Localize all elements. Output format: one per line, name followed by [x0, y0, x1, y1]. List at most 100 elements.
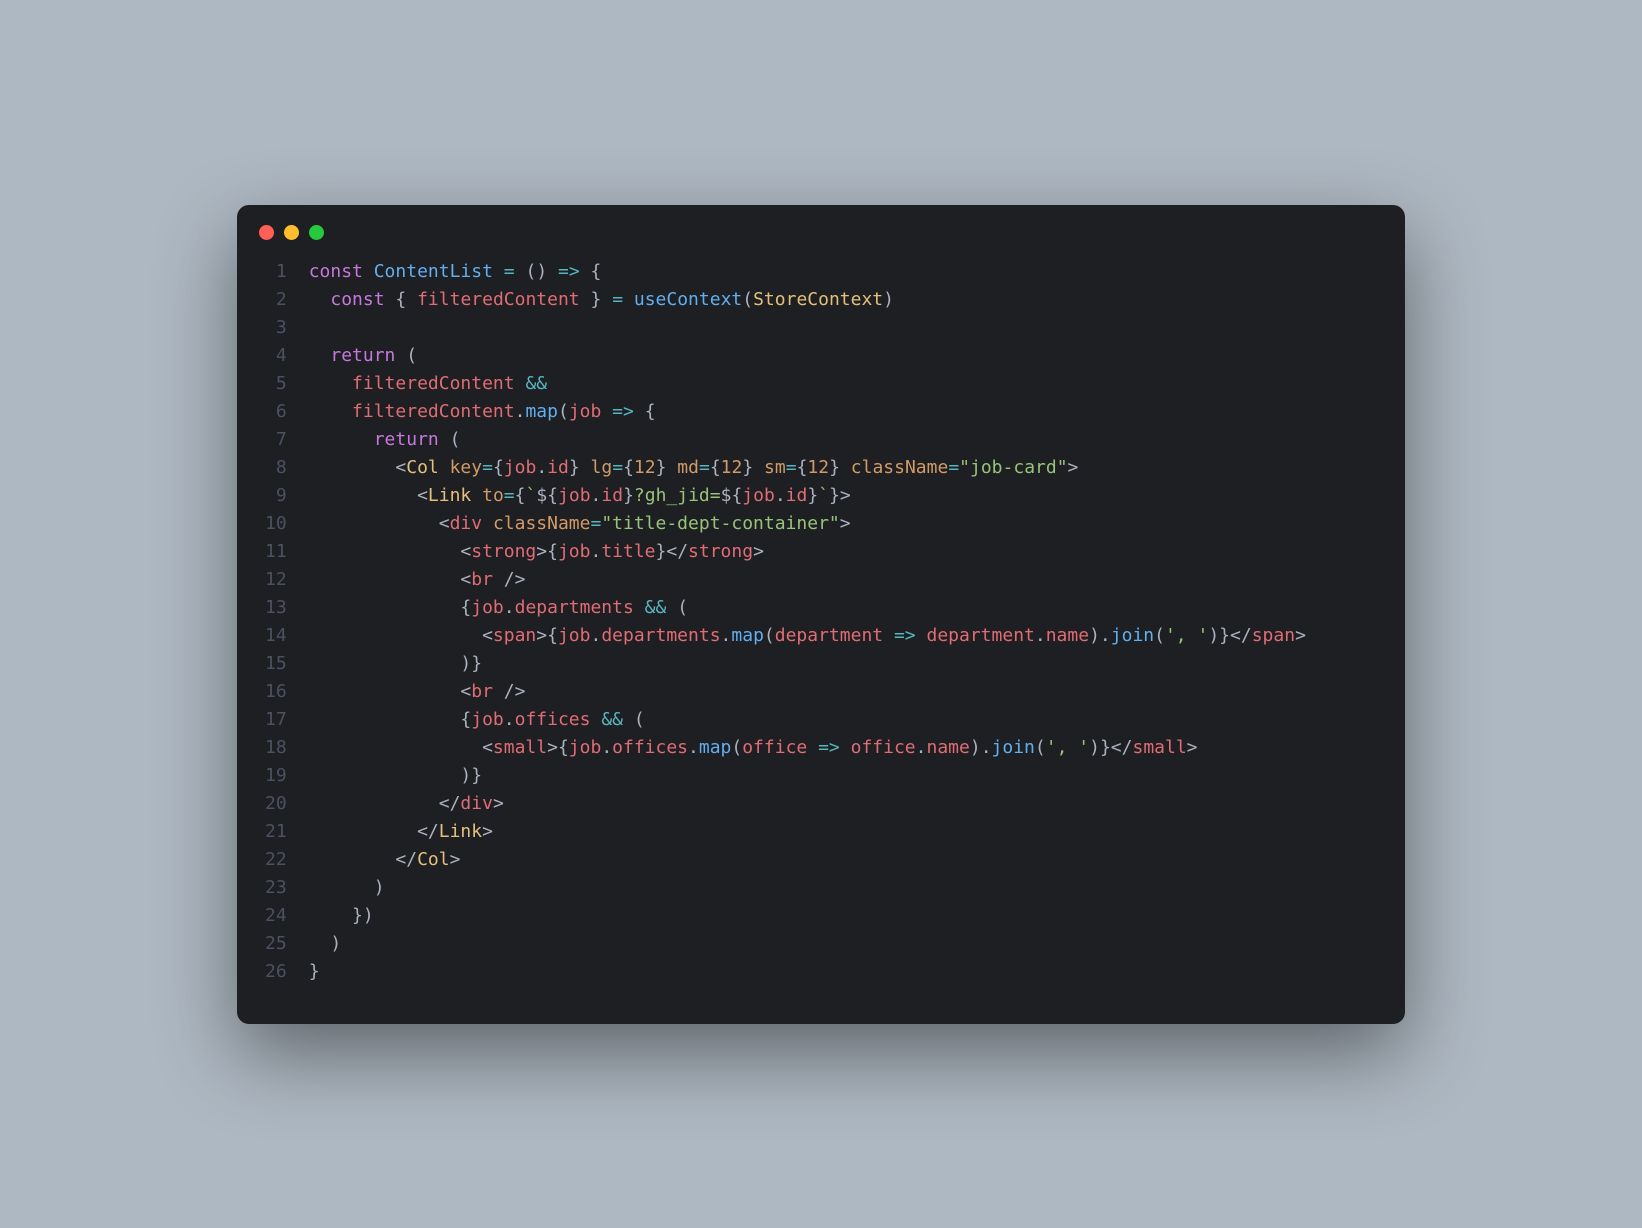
token: } [471, 653, 482, 674]
token: } [829, 457, 840, 478]
token: = [699, 457, 710, 478]
line-number: 4 [265, 342, 287, 370]
token: ( [742, 289, 753, 310]
token: Col [406, 457, 439, 478]
token: "title-dept-container" [601, 513, 839, 534]
token: = [504, 485, 515, 506]
code-editor[interactable]: 1234567891011121314151617181920212223242… [237, 250, 1405, 994]
code-line[interactable]: }) [309, 902, 1306, 930]
token: md [677, 457, 699, 478]
token: Link [428, 485, 471, 506]
token: { [710, 457, 721, 478]
token: < [439, 513, 450, 534]
token: ) [1089, 737, 1100, 758]
line-number: 10 [265, 510, 287, 538]
code-line[interactable]: const { filteredContent } = useContext(S… [309, 286, 1306, 314]
token: . [504, 709, 515, 730]
token: ) [374, 877, 385, 898]
token: . [688, 737, 699, 758]
code-line[interactable]: ) [309, 930, 1306, 958]
token: ) [1089, 625, 1100, 646]
token: } [656, 541, 667, 562]
token: / [504, 681, 515, 702]
token: = [612, 289, 623, 310]
token: Col [417, 849, 450, 870]
token: . [504, 597, 515, 618]
token: className [851, 457, 949, 478]
token: ( [731, 737, 742, 758]
code-line[interactable]: } [309, 958, 1306, 986]
token: 12 [634, 457, 656, 478]
line-number: 22 [265, 846, 287, 874]
window-titlebar [237, 205, 1405, 250]
token: < [460, 569, 471, 590]
token: / [504, 569, 515, 590]
token: join [992, 737, 1035, 758]
code-line[interactable]: ) [309, 874, 1306, 902]
code-line[interactable]: <Link to={`${job.id}?gh_jid=${job.id}`}> [309, 482, 1306, 510]
token: lg [591, 457, 613, 478]
code-area[interactable]: const ContentList = () => { const { filt… [309, 258, 1306, 986]
code-line[interactable]: <small>{job.offices.map(office => office… [309, 734, 1306, 762]
zoom-icon[interactable] [309, 225, 324, 240]
token: ', ' [1165, 625, 1208, 646]
code-line[interactable]: filteredContent.map(job => { [309, 398, 1306, 426]
token: useContext [634, 289, 742, 310]
line-number: 8 [265, 454, 287, 482]
token: offices [515, 709, 591, 730]
code-line[interactable]: {job.offices && ( [309, 706, 1306, 734]
token: . [591, 485, 602, 506]
token: { [623, 457, 634, 478]
token: return [374, 429, 439, 450]
code-line[interactable] [309, 314, 1306, 342]
token: . [981, 737, 992, 758]
token: > [840, 485, 851, 506]
token: departments [601, 625, 720, 646]
close-icon[interactable] [259, 225, 274, 240]
token: { [731, 485, 742, 506]
token: ` [525, 485, 536, 506]
code-line[interactable]: filteredContent && [309, 370, 1306, 398]
token: { [493, 457, 504, 478]
token: name [927, 737, 970, 758]
code-line[interactable]: <span>{job.departments.map(department =>… [309, 622, 1306, 650]
token: filteredContent [417, 289, 580, 310]
code-line[interactable]: const ContentList = () => { [309, 258, 1306, 286]
token: / [406, 849, 417, 870]
line-number: 14 [265, 622, 287, 650]
token: . [601, 737, 612, 758]
token: > [536, 541, 547, 562]
code-line[interactable]: </div> [309, 790, 1306, 818]
token: = [612, 457, 623, 478]
token: < [482, 625, 493, 646]
minimize-icon[interactable] [284, 225, 299, 240]
token: ( [1035, 737, 1046, 758]
code-line[interactable]: )} [309, 650, 1306, 678]
line-number: 19 [265, 762, 287, 790]
token: small [1132, 737, 1186, 758]
token: job [569, 401, 602, 422]
code-line[interactable]: <strong>{job.title}</strong> [309, 538, 1306, 566]
code-line[interactable]: )} [309, 762, 1306, 790]
token: department [775, 625, 883, 646]
code-line[interactable]: </Col> [309, 846, 1306, 874]
token: ) [330, 933, 341, 954]
code-line[interactable]: <div className="title-dept-container"> [309, 510, 1306, 538]
line-number: 24 [265, 902, 287, 930]
code-line[interactable]: return ( [309, 342, 1306, 370]
line-number: 13 [265, 594, 287, 622]
token: } [742, 457, 753, 478]
code-line[interactable]: return ( [309, 426, 1306, 454]
code-line[interactable]: {job.departments && ( [309, 594, 1306, 622]
line-number: 6 [265, 398, 287, 426]
code-line[interactable]: <br /> [309, 566, 1306, 594]
token: > [482, 821, 493, 842]
code-line[interactable]: <br /> [309, 678, 1306, 706]
token: ( [634, 709, 645, 730]
code-line[interactable]: <Col key={job.id} lg={12} md={12} sm={12… [309, 454, 1306, 482]
line-number: 23 [265, 874, 287, 902]
line-number: 26 [265, 958, 287, 986]
token: ` [818, 485, 829, 506]
token: && [601, 709, 623, 730]
code-line[interactable]: </Link> [309, 818, 1306, 846]
